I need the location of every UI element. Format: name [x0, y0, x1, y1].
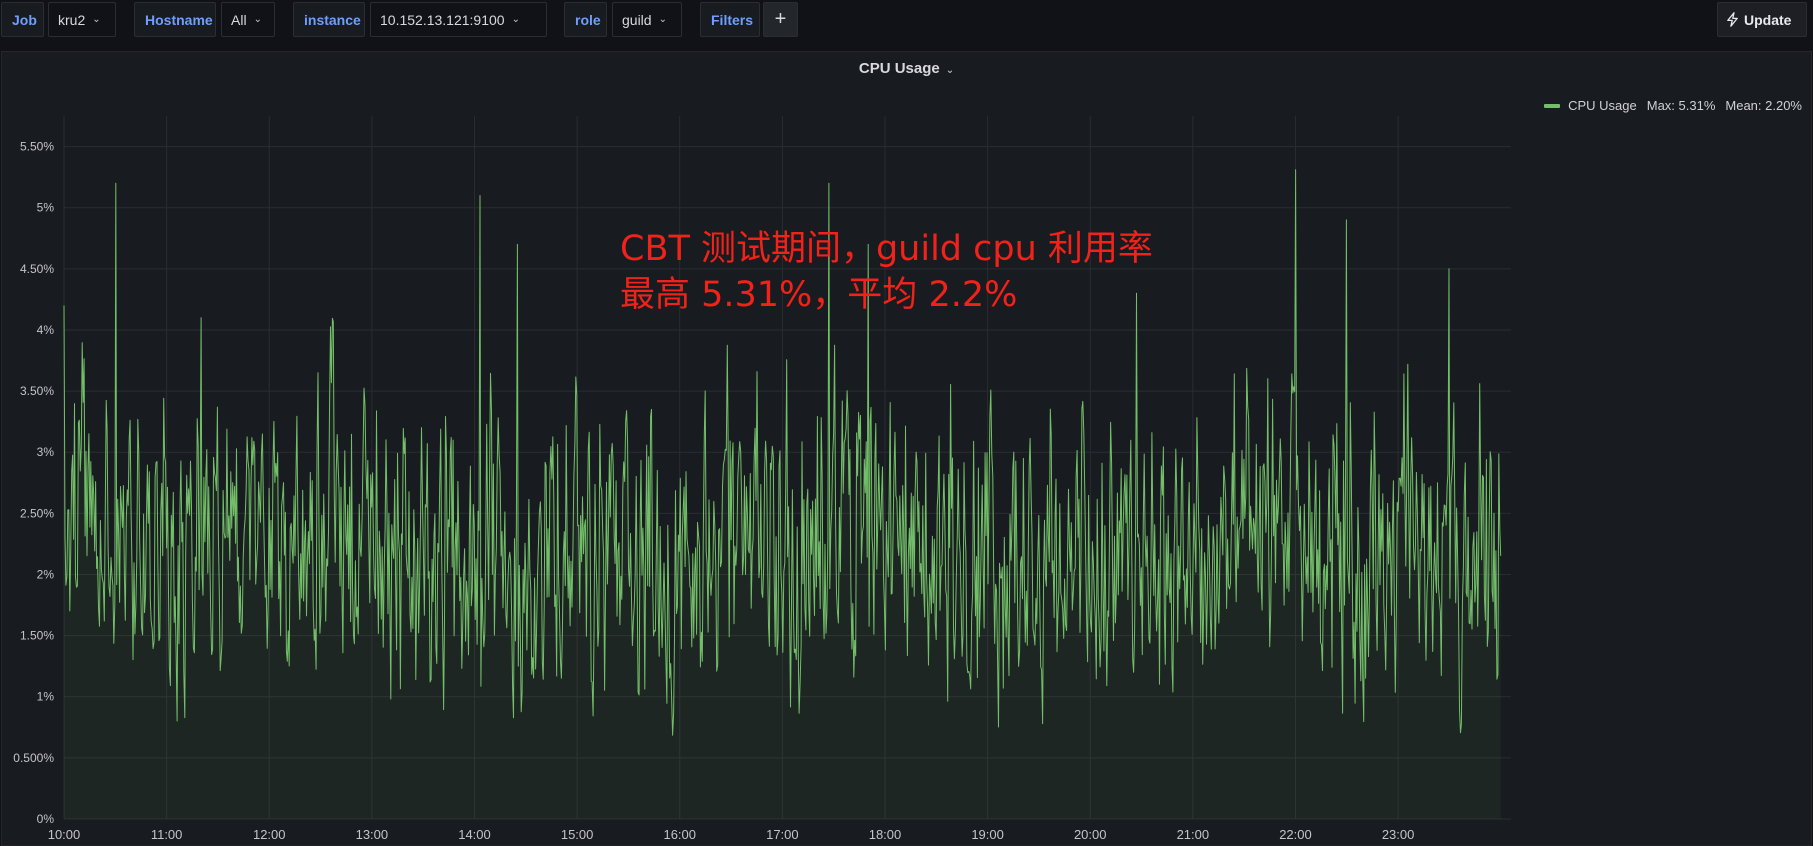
x-tick-label: 21:00 [1177, 827, 1210, 842]
x-tick-label: 13:00 [356, 827, 389, 842]
annotation-text: CBT 测试期间，guild cpu 利用率 最高 5.31%，平均 2.2% [620, 226, 1153, 318]
x-tick-label: 17:00 [766, 827, 799, 842]
annotation-line-2: 最高 5.31%，平均 2.2% [620, 275, 1018, 315]
x-axis: 10:00 11:00 12:00 13:00 14:00 15:00 16:00 17:00… [48, 827, 1415, 842]
y-tick-label: 5% [37, 201, 55, 215]
y-tick-label: 3% [37, 445, 55, 459]
y-tick-label: 4% [37, 323, 55, 337]
x-tick-label: 23:00 [1382, 827, 1415, 842]
y-tick-label: 2.50% [20, 506, 54, 520]
x-tick-label: 10:00 [48, 827, 81, 842]
y-tick-label: 3.50% [20, 384, 54, 398]
y-tick-label: 4.50% [20, 262, 54, 276]
x-tick-label: 15:00 [561, 827, 594, 842]
y-axis: 0% 0.500% 1% 1.50% 2% 2.50% 3% 3.50% 4% 4.50% 5% 5.… [13, 140, 54, 826]
x-tick-label: 20:00 [1074, 827, 1107, 842]
y-tick-label: 1.50% [20, 629, 54, 643]
x-tick-label: 14:00 [458, 827, 491, 842]
x-tick-label: 18:00 [869, 827, 902, 842]
y-tick-label: 0.500% [13, 751, 54, 765]
y-tick-label: 0% [37, 812, 55, 826]
cpu-usage-chart[interactable]: 0% 0.500% 1% 1.50% 2% 2.50% 3% 3.50% 4% 4.50% 5% 5.… [0, 0, 1813, 846]
x-tick-label: 16:00 [663, 827, 696, 842]
x-tick-label: 11:00 [151, 827, 183, 842]
annotation-line-1: CBT 测试期间，guild cpu 利用率 [620, 229, 1153, 269]
x-tick-label: 12:00 [253, 827, 286, 842]
x-tick-label: 19:00 [971, 827, 1004, 842]
x-tick-label: 22:00 [1279, 827, 1312, 842]
y-tick-label: 5.50% [20, 140, 54, 154]
y-tick-label: 1% [37, 690, 55, 704]
y-tick-label: 2% [37, 567, 55, 581]
